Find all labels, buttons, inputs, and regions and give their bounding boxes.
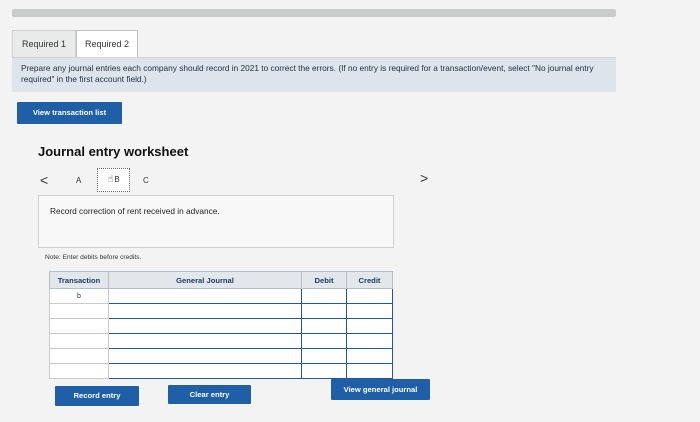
journal-entry-table: Transaction General Journal Debit Credit…	[49, 271, 393, 379]
step-tab-b-label: B	[114, 175, 120, 184]
transaction-cell	[49, 333, 109, 349]
table-row	[49, 363, 393, 379]
table-row	[49, 303, 393, 319]
debit-field[interactable]	[301, 363, 347, 379]
table-header-row: Transaction General Journal Debit Credit	[49, 271, 393, 289]
transaction-cell	[49, 363, 109, 379]
progress-bar	[12, 9, 616, 17]
column-header-debit: Debit	[301, 271, 347, 289]
credit-field[interactable]	[346, 288, 393, 304]
transaction-cell	[49, 318, 109, 334]
tab-required-2[interactable]: Required 2	[76, 30, 138, 58]
transaction-description: Record correction of rent received in ad…	[38, 195, 394, 248]
credit-field[interactable]	[346, 363, 393, 379]
step-tab-c[interactable]: C	[143, 176, 149, 185]
credit-field[interactable]	[346, 303, 393, 319]
instruction-text: Prepare any journal entries each company…	[21, 63, 336, 73]
credit-field[interactable]	[346, 333, 393, 349]
view-transaction-list-button[interactable]: View transaction list	[17, 102, 122, 124]
chevron-left-icon[interactable]: <	[40, 172, 48, 188]
chevron-right-icon[interactable]: >	[420, 170, 428, 186]
table-row	[49, 348, 393, 364]
debit-field[interactable]	[301, 348, 347, 364]
debit-field[interactable]	[301, 333, 347, 349]
table-row	[49, 333, 393, 349]
credit-field[interactable]	[346, 318, 393, 334]
column-header-transaction: Transaction	[49, 271, 109, 289]
column-header-general-journal: General Journal	[108, 271, 302, 289]
account-field[interactable]	[108, 348, 302, 364]
debit-field[interactable]	[301, 303, 347, 319]
hand-pointer-icon: ☝	[107, 174, 114, 185]
record-entry-button[interactable]: Record entry	[55, 386, 139, 406]
account-field[interactable]	[108, 288, 302, 304]
debit-field[interactable]	[301, 288, 347, 304]
view-general-journal-button[interactable]: View general journal	[331, 379, 430, 400]
account-field[interactable]	[108, 303, 302, 319]
step-tab-a[interactable]: A	[76, 176, 81, 185]
transaction-cell	[49, 348, 109, 364]
instruction-panel: Prepare any journal entries each company…	[12, 58, 616, 92]
column-header-credit: Credit	[346, 271, 393, 289]
clear-entry-button[interactable]: Clear entry	[168, 385, 251, 404]
account-field[interactable]	[108, 333, 302, 349]
credit-field[interactable]	[346, 348, 393, 364]
transaction-description-text: Record correction of rent received in ad…	[50, 206, 220, 216]
table-row	[49, 318, 393, 334]
step-tab-b[interactable]: ☝B	[97, 168, 130, 192]
account-field[interactable]	[108, 318, 302, 334]
transaction-cell: b	[49, 288, 109, 304]
account-field[interactable]	[108, 363, 302, 379]
worksheet-title: Journal entry worksheet	[38, 144, 189, 159]
entry-note: Note: Enter debits before credits.	[45, 254, 142, 261]
transaction-cell	[49, 303, 109, 319]
tab-required-1[interactable]: Required 1	[12, 30, 76, 57]
table-row: b	[49, 288, 393, 304]
debit-field[interactable]	[301, 318, 347, 334]
